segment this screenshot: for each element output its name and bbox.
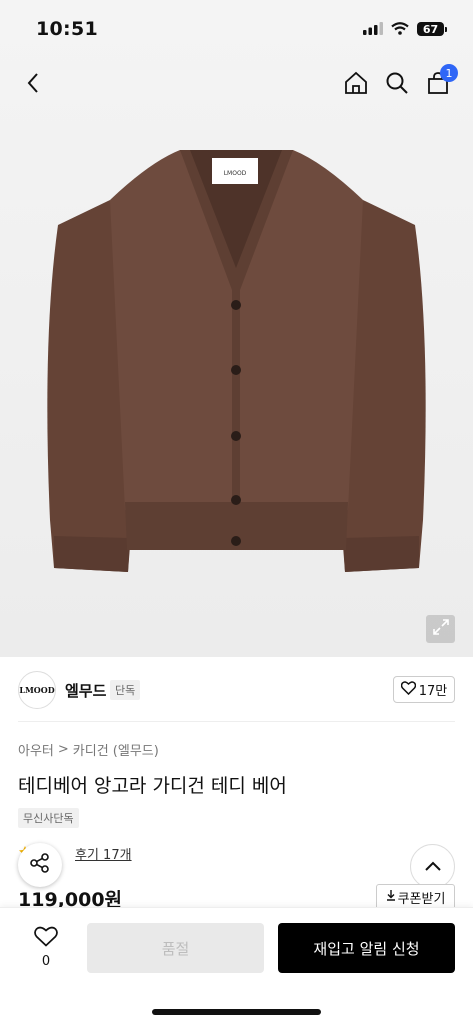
top-navigation: 1 [0,62,473,108]
garment-neck-label: LMOOD [224,170,247,177]
back-icon [26,72,40,98]
exclusive-badge: 단독 [110,680,141,700]
restock-alert-button[interactable]: 재입고 알림 신청 [278,923,455,973]
chevron-up-icon [424,857,442,876]
store-exclusive-badge: 무신사단독 [18,808,79,828]
share-button[interactable] [18,843,62,887]
breadcrumb-subcategory[interactable]: 카디건 (엘무드) [73,740,159,759]
cart-count-badge: 1 [440,64,458,82]
breadcrumb: 아우터 > 카디건 (엘무드) [18,740,159,759]
bottom-action-bar: 0 품절 재입고 알림 신청 [0,907,473,1024]
divider [18,721,455,722]
breadcrumb-separator: > [57,742,69,757]
status-bar: 10:51 67 [0,0,473,58]
status-indicators: 67 [363,20,447,39]
search-button[interactable] [380,68,414,102]
signal-icon [363,20,383,39]
battery-icon: 67 [417,22,447,36]
battery-level: 67 [417,22,444,36]
search-icon [385,71,409,99]
product-title: 테디베어 앙고라 가디건 테디 베어 [18,775,287,797]
wifi-icon [391,20,409,39]
brand-row: LMOOD 엘무드 단독 17만 [0,670,473,712]
back-button[interactable] [16,68,50,102]
download-icon [386,889,396,905]
breadcrumb-category[interactable]: 아우터 [18,740,54,759]
wish-count: 0 [41,954,51,969]
share-icon [29,852,51,878]
soldout-button[interactable]: 품절 [87,923,264,973]
status-time: 10:51 [36,18,98,40]
product-image-cardigan: LMOOD [47,150,426,572]
heart-icon [400,680,416,699]
home-indicator [152,1009,321,1015]
scroll-top-button[interactable] [410,844,455,889]
expand-icon [432,618,450,640]
brand-logo[interactable]: LMOOD [18,671,56,709]
wish-button[interactable]: 0 [24,926,68,974]
heart-outline-icon [34,926,58,951]
home-icon [343,70,369,100]
brand-like-count: 17만 [418,684,448,699]
product-detail-screen: LMOOD 10:51 67 1 LMOOD 엘무드 단독 17만 아우터 > … [0,0,473,1024]
image-expand-button[interactable] [426,615,455,643]
brand-like-button[interactable]: 17만 [393,676,455,703]
coupon-label: 쿠폰받기 [397,891,446,907]
review-link[interactable]: 후기 17개 [75,844,132,863]
home-button[interactable] [339,68,373,102]
brand-name[interactable]: 엘무드 [65,680,106,701]
cart-button[interactable]: 1 [421,64,458,102]
